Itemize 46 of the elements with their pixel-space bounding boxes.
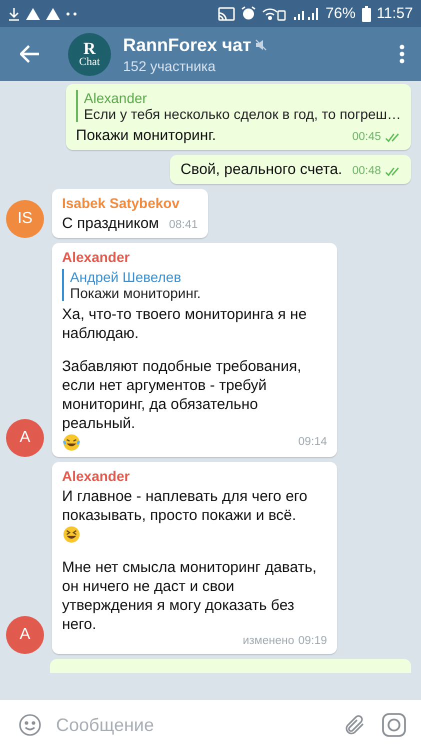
- message-text: Мне нет смысла мониторинг давать, он ничего не даст и свои утверждения я могу доказать без него.: [62, 558, 318, 634]
- user-avatar[interactable]: A: [6, 419, 44, 457]
- warning-icon: [26, 8, 40, 20]
- reply-quote[interactable]: Андрей Шевелев Покажи мониторинг.: [62, 269, 327, 301]
- reply-quote[interactable]: Alexander Если у тебя несколько сделок в год, то погреш…: [76, 90, 401, 122]
- cast-icon: [218, 6, 235, 20]
- member-count: 152 участника: [123, 58, 217, 74]
- battery-percent: 76%: [326, 5, 356, 22]
- wifi-icon: [262, 6, 286, 20]
- message-text: Забавляют подобные требования, если нет аргументов - требуй мониторинг, да обязательно реальный.: [62, 357, 302, 433]
- warning-icon: [46, 8, 60, 20]
- back-arrow-icon: [20, 45, 40, 63]
- message-time: 09:19: [298, 634, 327, 649]
- message-text: Покажи мониторинг.: [76, 126, 216, 145]
- more-dots-icon: [66, 12, 78, 16]
- logo-letter: R: [83, 40, 96, 57]
- download-icon: [8, 6, 20, 20]
- alarm-icon: [240, 6, 256, 21]
- chat-title: RannForex чат: [123, 34, 252, 56]
- message-text: Ха, что-то твоего мониторинга я не наблюдаю.: [62, 305, 308, 343]
- grinning-squint-emoji-icon: [62, 525, 81, 544]
- message-time: 09:14: [298, 435, 327, 450]
- message-time: 08:41: [169, 218, 198, 233]
- sender-name: Isabek Satybekov: [62, 195, 181, 211]
- sender-name: Alexander: [62, 468, 131, 484]
- message-text: С праздником: [62, 214, 159, 233]
- message-text: И главное - наплевать для чего его показывать, просто покажи и всё.: [62, 487, 308, 525]
- quote-text: Если у тебя несколько сделок в год, то погреш…: [84, 106, 401, 122]
- quote-text: Покажи мониторинг.: [70, 285, 202, 301]
- user-avatar[interactable]: A: [6, 616, 44, 654]
- quote-author: Alexander: [84, 90, 148, 106]
- more-vertical-icon: [399, 44, 405, 64]
- message-text: Свой, реального счета.: [180, 160, 342, 179]
- logo-caption: Chat: [79, 57, 100, 68]
- quote-author: Андрей Шевелев: [70, 269, 182, 285]
- smiley-icon: [18, 713, 42, 737]
- laughing-tears-emoji-icon: [62, 433, 81, 452]
- user-avatar[interactable]: IS: [6, 200, 44, 238]
- message-time: 00:45: [352, 130, 381, 145]
- camera-icon: [381, 712, 407, 738]
- battery-icon: [362, 6, 371, 22]
- message-time: 00:48: [352, 164, 381, 179]
- signal-icon: [292, 6, 320, 20]
- edited-label: изменено: [242, 634, 294, 649]
- status-time: 11:57: [376, 5, 413, 22]
- sender-name: Alexander: [62, 249, 131, 265]
